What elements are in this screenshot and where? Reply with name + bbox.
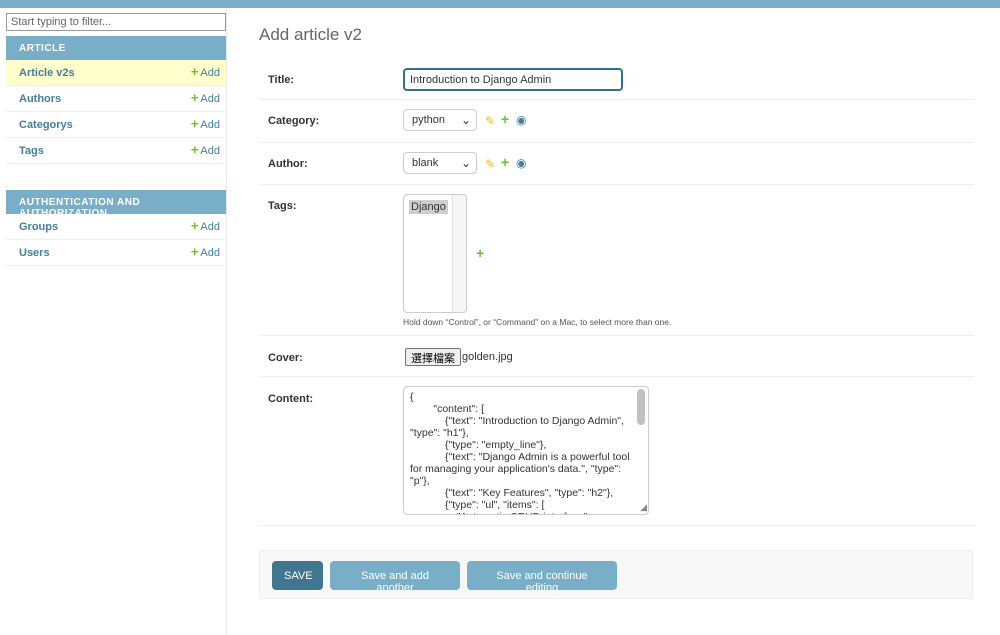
sidebar-item-groups: Groups + Add [6, 214, 226, 240]
plus-icon[interactable]: + [476, 245, 484, 261]
sidebar-item-label[interactable]: Authors [19, 93, 61, 105]
sidebar-item-categorys: Categorys + Add [6, 112, 226, 138]
sidebar-item-label[interactable]: Article v2s [19, 67, 75, 79]
plus-icon: + [190, 244, 199, 259]
textarea-scrollbar[interactable] [637, 389, 645, 425]
plus-icon: + [190, 90, 199, 105]
content-text: { "content": [ {"text": "Introduction to… [410, 391, 630, 514]
content-textarea[interactable]: { "content": [ {"text": "Introduction to… [403, 386, 649, 515]
sidebar-add-link[interactable]: + Add [190, 218, 220, 233]
category-label: Category: [268, 115, 320, 127]
sidebar-item-label[interactable]: Groups [19, 221, 58, 233]
field-row-category: Category: python ⌄ ✎ + ◉ [259, 100, 974, 143]
tags-multiselect[interactable]: Django [403, 194, 467, 313]
save-and-continue-button[interactable]: Save and continue editing [467, 561, 617, 594]
field-row-cover: Cover: [259, 336, 974, 377]
pencil-icon[interactable]: ✎ [485, 114, 495, 128]
sidebar-nav: Article Article v2s +Add Authors +Add Ca… [0, 8, 227, 635]
submit-row: SAVE Save and add another Save and conti… [259, 550, 973, 599]
author-select-value: blank [412, 157, 439, 169]
page-title: Add article v2 [259, 25, 362, 44]
pencil-icon[interactable]: ✎ [485, 157, 495, 171]
plus-icon: + [190, 116, 199, 131]
chevron-down-icon: ⌄ [460, 113, 471, 127]
save-and-add-another-button[interactable]: Save and add another [330, 561, 460, 594]
resize-handle-icon[interactable]: ◢ [640, 502, 647, 513]
sidebar-item-label[interactable]: Categorys [19, 119, 73, 131]
cover-label: Cover: [268, 352, 303, 364]
content-label: Content: [268, 393, 314, 405]
module-header-article[interactable]: Article [6, 36, 226, 60]
plus-icon[interactable]: + [501, 111, 509, 127]
sidebar-add-link[interactable]: + Add [190, 90, 220, 105]
sidebar-item-tags: Tags + Add [6, 138, 226, 164]
author-label: Author: [268, 158, 308, 170]
module-article: Article Article v2s + Add Authors + Add Ca… [6, 36, 226, 164]
sidebar-add-link[interactable]: + Add [190, 116, 220, 131]
tags-help-text: Hold down “Control”, or “Command” on a M… [403, 317, 672, 327]
field-row-tags: Tags: [259, 185, 974, 336]
sidebar-add-link[interactable]: + Add [190, 142, 220, 157]
category-select-value: python [412, 114, 446, 126]
title-label: Title: [268, 74, 295, 86]
author-select[interactable]: blank ⌄ [403, 152, 477, 174]
save-button[interactable]: SAVE [272, 561, 323, 590]
chevron-down-icon: ⌄ [460, 156, 471, 170]
title-input[interactable] [403, 68, 623, 91]
sidebar-item-users: Users + Add [6, 240, 226, 266]
sidebar-item-label[interactable]: Tags [19, 145, 44, 157]
tags-option[interactable]: Django [409, 200, 448, 214]
tags-scrollbar[interactable] [452, 195, 466, 312]
sidebar-item-article-v2s: Article v2s + Add [6, 60, 226, 86]
sidebar-item-authors: Authors + Add [6, 86, 226, 112]
category-select[interactable]: python ⌄ [403, 109, 477, 131]
sidebar-item-label[interactable]: Users [19, 247, 50, 259]
plus-icon: + [190, 142, 199, 157]
choose-file-button[interactable]: 選擇檔案 [405, 348, 461, 366]
plus-icon: + [190, 64, 199, 79]
eye-icon[interactable]: ◉ [516, 156, 526, 170]
module-header-auth[interactable]: Authentication and Authorization [6, 190, 226, 219]
plus-icon[interactable]: + [501, 154, 509, 170]
module-auth: Authentication and Authorization Groups … [6, 190, 226, 266]
field-row-author: Author: blank ⌄ ✎ + ◉ [259, 143, 974, 185]
sidebar-add-link[interactable]: + Add [190, 64, 220, 79]
sidebar-add-link[interactable]: + Add [190, 244, 220, 259]
eye-icon[interactable]: ◉ [516, 113, 526, 127]
tags-label: Tags: [268, 200, 297, 212]
plus-icon: + [190, 218, 199, 233]
nav-filter-input[interactable] [6, 13, 226, 31]
top-header-bar [0, 0, 1000, 8]
cover-filename: golden.jpg [462, 351, 513, 363]
